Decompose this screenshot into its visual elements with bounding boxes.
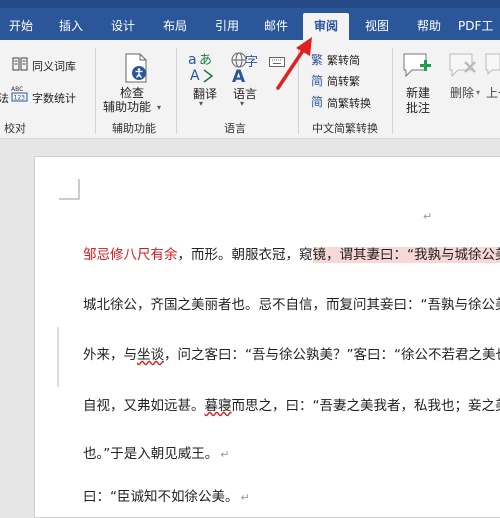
line-text: 也。”于是入朝见威王。 <box>83 446 218 462</box>
translate-icon[interactable]: aあA <box>188 50 220 88</box>
word-count-button[interactable]: 字数统计 <box>32 90 76 106</box>
red-arrow-annotation <box>268 34 318 98</box>
new-comment-icon[interactable] <box>402 52 432 84</box>
thesaurus-icon <box>12 56 28 76</box>
line-text: 自视，又弗如远甚。 <box>83 398 205 414</box>
accessibility-check-icon[interactable] <box>120 52 152 88</box>
previous-comment-button[interactable]: 上一 <box>486 84 500 101</box>
accessibility-group-label: 辅助功能 <box>100 120 168 136</box>
svg-text:A: A <box>232 67 246 84</box>
language-icon[interactable]: 字A <box>229 50 263 88</box>
selected-text-highlight: 镜，谓其妻曰：“我孰与城徐公美 <box>313 247 500 263</box>
spellcheck-underlined-word: 坐谈 <box>137 347 164 363</box>
svg-text:あ: あ <box>199 53 212 68</box>
proofing-group-label: 校对 <box>0 120 30 136</box>
document-area: ↵ 邹忌修八尺有余，而形。朝服衣冠，窥镜，谓其妻曰：“我孰与城徐公美 城北徐公，… <box>0 139 500 500</box>
document-line-3: 外来，与坐谈，问之客曰：“吾与徐公孰美？”客曰：“徐公不若君之美也 <box>83 343 500 363</box>
group-separator <box>392 48 393 134</box>
tab-home[interactable]: 开始 <box>2 13 40 40</box>
document-line-2: 城北徐公，齐国之美丽者也。忌不自信，而复问其妾曰：“吾孰与徐公美 <box>83 293 500 313</box>
paragraph-mark: ↵ <box>220 448 229 461</box>
svg-text:A: A <box>190 68 200 84</box>
chinese-conversion-group-label: 中文简繁转换 <box>300 120 390 136</box>
line-text: 城北徐公，齐国之美丽者也。忌不自信，而复问其妾曰：“吾孰与徐公美 <box>83 297 500 313</box>
change-bar <box>57 327 59 391</box>
line-text: 外来，与 <box>83 347 137 363</box>
document-page[interactable]: ↵ 邹忌修八尺有余，而形。朝服衣冠，窥镜，谓其妻曰：“我孰与城徐公美 城北徐公，… <box>34 156 500 518</box>
line-text: 曰：“臣诚知不如徐公美。 <box>83 489 239 505</box>
tab-design[interactable]: 设计 <box>104 13 142 40</box>
margin-corner-mark <box>57 177 81 205</box>
tab-help[interactable]: 帮助 <box>410 13 448 40</box>
chevron-down-icon: ▾ <box>157 103 161 112</box>
thesaurus-button[interactable]: 同义词库 <box>32 58 76 74</box>
traditional-to-simplified-button[interactable]: 繁转简 <box>327 52 360 68</box>
chevron-down-icon: ▾ <box>476 88 480 97</box>
paragraph-mark: ↵ <box>241 491 250 504</box>
new-comment-button[interactable]: 批注 <box>406 99 430 116</box>
document-line-5: 也。”于是入朝见威王。↵ <box>83 442 229 462</box>
tab-references[interactable]: 引用 <box>208 13 246 40</box>
title-strip <box>0 0 500 8</box>
tab-layout[interactable]: 布局 <box>156 13 194 40</box>
delete-comment-button[interactable]: 删除 <box>450 84 474 101</box>
spellcheck-underlined-word: 暮寝 <box>205 398 232 414</box>
line-text: ，而形。朝服衣冠，窥 <box>178 247 313 263</box>
language-group-label: 语言 <box>205 120 265 136</box>
document-line-6: 曰：“臣诚知不如徐公美。↵ <box>83 485 250 505</box>
tab-view[interactable]: 视图 <box>358 13 396 40</box>
ribbon-tab-bar: 开始 插入 设计 布局 引用 邮件 审阅 视图 帮助 PDF工 <box>0 0 500 40</box>
group-separator <box>176 48 177 134</box>
chevron-down-icon: ▾ <box>240 99 244 108</box>
line-text: ，问之客曰：“吾与徐公孰美？”客曰：“徐公不若君之美也 <box>164 347 500 363</box>
accessibility-check-button[interactable]: 辅助功能 <box>103 98 151 115</box>
document-line-1: 邹忌修八尺有余，而形。朝服衣冠，窥镜，谓其妻曰：“我孰与城徐公美 <box>83 243 500 263</box>
tab-insert[interactable]: 插入 <box>52 13 90 40</box>
ribbon-panel: 法 同义词库 ABC123 字数统计 校对 检查 辅助功能 ▾ 辅助功能 aあA… <box>0 40 500 139</box>
previous-comment-icon[interactable] <box>484 52 500 84</box>
language-button[interactable]: 语言 <box>233 85 257 102</box>
proofing-partial-label: 法 <box>0 90 9 106</box>
tab-pdf-tools[interactable]: PDF工 <box>458 13 500 40</box>
svg-text:123: 123 <box>14 95 26 102</box>
svg-text:字: 字 <box>245 55 258 70</box>
line-text: 而思之，曰：“吾妻之美我者，私我也；妾之美 <box>232 398 500 414</box>
svg-text:a: a <box>188 52 197 68</box>
simplified-traditional-convert-button[interactable]: 简繁转换 <box>327 95 371 111</box>
red-highlighted-text: 邹忌修八尺有余 <box>83 247 178 263</box>
paragraph-mark: ↵ <box>423 210 432 223</box>
simplified-to-traditional-button[interactable]: 简转繁 <box>327 73 360 89</box>
svg-text:ABC: ABC <box>11 86 23 93</box>
group-separator <box>95 48 96 134</box>
chevron-down-icon: ▾ <box>199 99 203 108</box>
document-line-4: 自视，又弗如远甚。暮寝而思之，曰：“吾妻之美我者，私我也；妾之美 <box>83 394 500 414</box>
delete-comment-icon[interactable] <box>448 52 478 84</box>
translate-button[interactable]: 翻译 <box>193 85 217 102</box>
word-count-icon: ABC 123 <box>11 84 29 106</box>
